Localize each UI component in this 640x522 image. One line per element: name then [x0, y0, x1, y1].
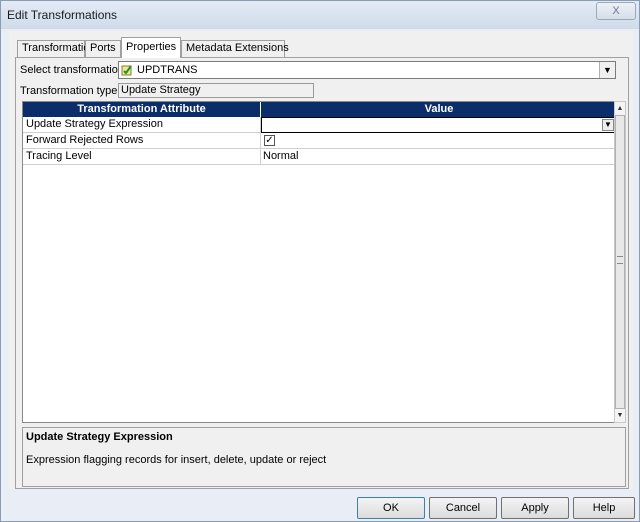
- apply-button[interactable]: Apply: [501, 497, 569, 519]
- table-row[interactable]: Update Strategy Expression ▼: [23, 117, 617, 133]
- ok-button[interactable]: OK: [357, 497, 425, 519]
- column-header-attribute[interactable]: Transformation Attribute: [23, 102, 261, 117]
- scroll-down-arrow-icon[interactable]: ▼: [615, 409, 625, 422]
- expression-editor-arrow-icon[interactable]: ▼: [602, 119, 614, 131]
- description-panel: Update Strategy Expression Expression fl…: [22, 427, 626, 487]
- transformation-type-label: Transformation type:: [20, 85, 121, 97]
- select-transformation-value: UPDTRANS: [137, 64, 198, 76]
- tracing-level-value[interactable]: Normal: [261, 149, 617, 165]
- select-transformation-label: Select transformation:: [20, 64, 127, 76]
- dialog-client-area: Transformation Ports Properties Metadata…: [9, 31, 633, 489]
- scroll-thumb[interactable]: [615, 115, 625, 409]
- edit-transformations-dialog: Edit Transformations X Transformation Po…: [0, 0, 640, 522]
- description-text: Expression flagging records for insert, …: [26, 454, 327, 466]
- help-button[interactable]: Help: [573, 497, 635, 519]
- properties-grid: Transformation Attribute Value Update St…: [22, 101, 620, 423]
- update-strategy-icon: [121, 65, 132, 76]
- table-row[interactable]: Forward Rejected Rows ✓: [23, 133, 617, 149]
- select-transformation-combo[interactable]: UPDTRANS ▼: [118, 61, 616, 79]
- grid-header: Transformation Attribute Value: [23, 102, 617, 117]
- description-title: Update Strategy Expression: [26, 431, 173, 443]
- properties-panel: Select transformation: UPDTRANS ▼ Transf…: [15, 57, 629, 489]
- scroll-grip-icon: [617, 256, 623, 264]
- window-title: Edit Transformations: [7, 8, 118, 22]
- value-cell: ✓: [261, 133, 617, 149]
- update-strategy-expression-input[interactable]: ▼: [261, 117, 617, 133]
- transformation-type-field: Update Strategy: [118, 83, 314, 98]
- attribute-cell: Forward Rejected Rows: [23, 133, 261, 149]
- close-button[interactable]: X: [596, 2, 636, 20]
- tab-metadata-extensions[interactable]: Metadata Extensions: [181, 40, 289, 57]
- button-bar: OK Cancel Apply Help: [1, 495, 639, 521]
- tab-transformation[interactable]: Transformation: [17, 40, 96, 57]
- combo-dropdown-arrow-icon[interactable]: ▼: [599, 62, 615, 78]
- tab-properties[interactable]: Properties: [121, 37, 181, 58]
- attribute-cell: Tracing Level: [23, 149, 261, 165]
- table-row[interactable]: Tracing Level Normal: [23, 149, 617, 165]
- tab-ports[interactable]: Ports: [85, 40, 121, 57]
- column-header-value[interactable]: Value: [261, 102, 617, 117]
- forward-rejected-rows-checkbox[interactable]: ✓: [264, 135, 275, 146]
- cancel-button[interactable]: Cancel: [429, 497, 497, 519]
- grid-vertical-scrollbar[interactable]: ▲ ▼: [614, 101, 626, 423]
- title-bar[interactable]: Edit Transformations X: [1, 1, 639, 29]
- attribute-cell: Update Strategy Expression: [23, 117, 261, 133]
- scroll-up-arrow-icon[interactable]: ▲: [615, 102, 625, 115]
